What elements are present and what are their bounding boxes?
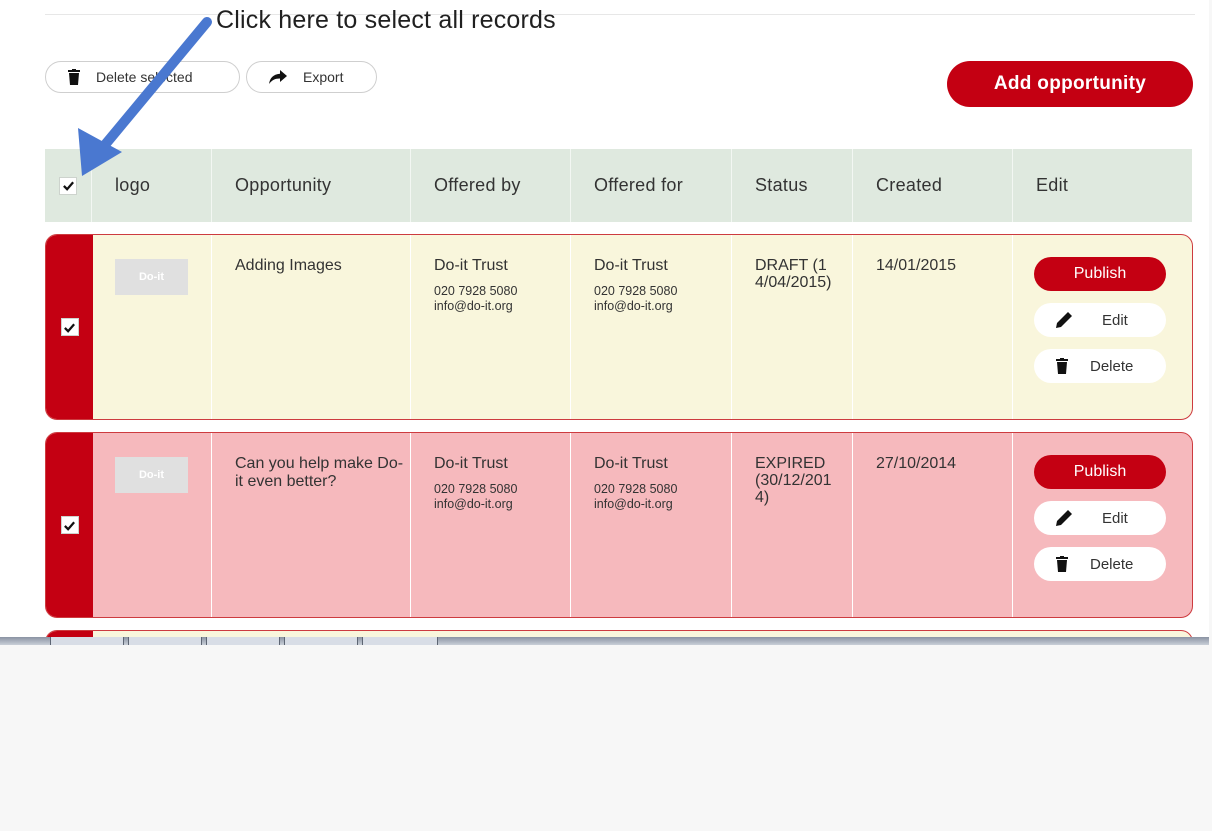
pencil-icon (1056, 510, 1072, 526)
edit-button[interactable]: Edit (1034, 501, 1166, 535)
delete-label: Delete (1090, 555, 1134, 573)
offered-for-phone: 020 7928 5080 (594, 482, 678, 496)
offered-for-phone: 020 7928 5080 (594, 284, 678, 298)
page: Click here to select all records Delete … (0, 0, 1212, 831)
opportunity-title[interactable]: Adding Images (235, 257, 410, 275)
offered-by-phone: 020 7928 5080 (434, 482, 518, 496)
status-text: DRAFT (14/04/2015) (755, 257, 832, 291)
select-all-checkbox[interactable] (59, 176, 77, 195)
edit-button[interactable]: Edit (1034, 303, 1166, 337)
row-select-cell (46, 433, 93, 617)
taskbar-tab[interactable] (284, 637, 358, 645)
created-cell: 27/10/2014 (853, 433, 1013, 617)
check-icon (64, 521, 75, 531)
taskbar-tab[interactable] (206, 637, 280, 645)
status-cell: EXPIRED (30/12/2014) (732, 433, 853, 617)
blank-area (0, 645, 1212, 831)
header-status[interactable]: Status (732, 149, 853, 222)
export-label: Export (303, 69, 344, 85)
edit-label: Edit (1102, 311, 1128, 329)
header-created[interactable]: Created (853, 149, 1013, 222)
taskbar-tab[interactable] (50, 637, 124, 645)
share-arrow-icon (269, 70, 287, 84)
delete-selected-label: Delete selected (96, 69, 193, 85)
row-checkbox[interactable] (60, 318, 79, 336)
offered-by-phone: 020 7928 5080 (434, 284, 518, 298)
opportunity-title[interactable]: Can you help make Do-it even better? (235, 455, 410, 491)
header-offered-for[interactable]: Offered for (571, 149, 732, 222)
publish-button[interactable]: Publish (1034, 455, 1166, 489)
taskbar-tab[interactable] (128, 637, 202, 645)
check-icon (62, 181, 74, 191)
status-cell: DRAFT (14/04/2015) (732, 235, 853, 419)
actions-cell: Publish Edit Delete (1013, 235, 1192, 419)
logo-cell: Do-it (93, 433, 212, 617)
created-date: 14/01/2015 (876, 257, 957, 274)
organisation-logo: Do-it (115, 259, 188, 295)
add-opportunity-button[interactable]: Add opportunity (947, 61, 1193, 107)
delete-button[interactable]: Delete (1034, 547, 1166, 581)
offered-by-name: Do-it Trust (434, 257, 508, 274)
offered-for-email: info@do-it.org (594, 299, 673, 313)
trash-icon (68, 69, 80, 85)
offered-by-email: info@do-it.org (434, 299, 513, 313)
pencil-icon (1056, 312, 1072, 328)
table-row: Do-it Adding Images Do-it Trust 020 7928… (45, 234, 1193, 420)
status-text: EXPIRED (30/12/2014) (755, 455, 832, 506)
offered-by-cell: Do-it Trust 020 7928 5080 info@do-it.org (411, 433, 571, 617)
organisation-logo: Do-it (115, 457, 188, 493)
opportunity-cell: Can you help make Do-it even better? (212, 433, 411, 617)
created-date: 27/10/2014 (876, 455, 957, 472)
delete-selected-button[interactable]: Delete selected (45, 61, 240, 93)
row-select-cell (46, 235, 93, 419)
delete-button[interactable]: Delete (1034, 349, 1166, 383)
publish-button[interactable]: Publish (1034, 257, 1166, 291)
logo-cell: Do-it (93, 235, 212, 419)
header-opportunity[interactable]: Opportunity (212, 149, 411, 222)
created-cell: 14/01/2015 (853, 235, 1013, 419)
offered-for-cell: Do-it Trust 020 7928 5080 info@do-it.org (571, 433, 732, 617)
offered-for-name: Do-it Trust (594, 455, 668, 472)
header-edit: Edit (1036, 175, 1069, 195)
check-icon (64, 323, 75, 333)
header-logo: logo (92, 149, 212, 222)
export-button[interactable]: Export (246, 61, 377, 93)
offered-by-cell: Do-it Trust 020 7928 5080 info@do-it.org (411, 235, 571, 419)
offered-for-cell: Do-it Trust 020 7928 5080 info@do-it.org (571, 235, 732, 419)
table-header: logo Opportunity Offered by Offered for … (45, 149, 1192, 222)
table-row: Do-it Can you help make Do-it even bette… (45, 432, 1193, 618)
offered-by-name: Do-it Trust (434, 455, 508, 472)
trash-icon (1056, 358, 1068, 374)
annotation-text: Click here to select all records (216, 6, 556, 34)
delete-label: Delete (1090, 357, 1134, 375)
offered-for-name: Do-it Trust (594, 257, 668, 274)
select-all-cell (45, 149, 92, 222)
row-checkbox[interactable] (60, 516, 79, 534)
edit-label: Edit (1102, 509, 1128, 527)
taskbar-tab[interactable] (362, 637, 438, 645)
opportunity-cell: Adding Images (212, 235, 411, 419)
offered-for-email: info@do-it.org (594, 497, 673, 511)
actions-cell: Publish Edit Delete (1013, 433, 1192, 617)
header-offered-by[interactable]: Offered by (411, 149, 571, 222)
trash-icon (1056, 556, 1068, 572)
offered-by-email: info@do-it.org (434, 497, 513, 511)
